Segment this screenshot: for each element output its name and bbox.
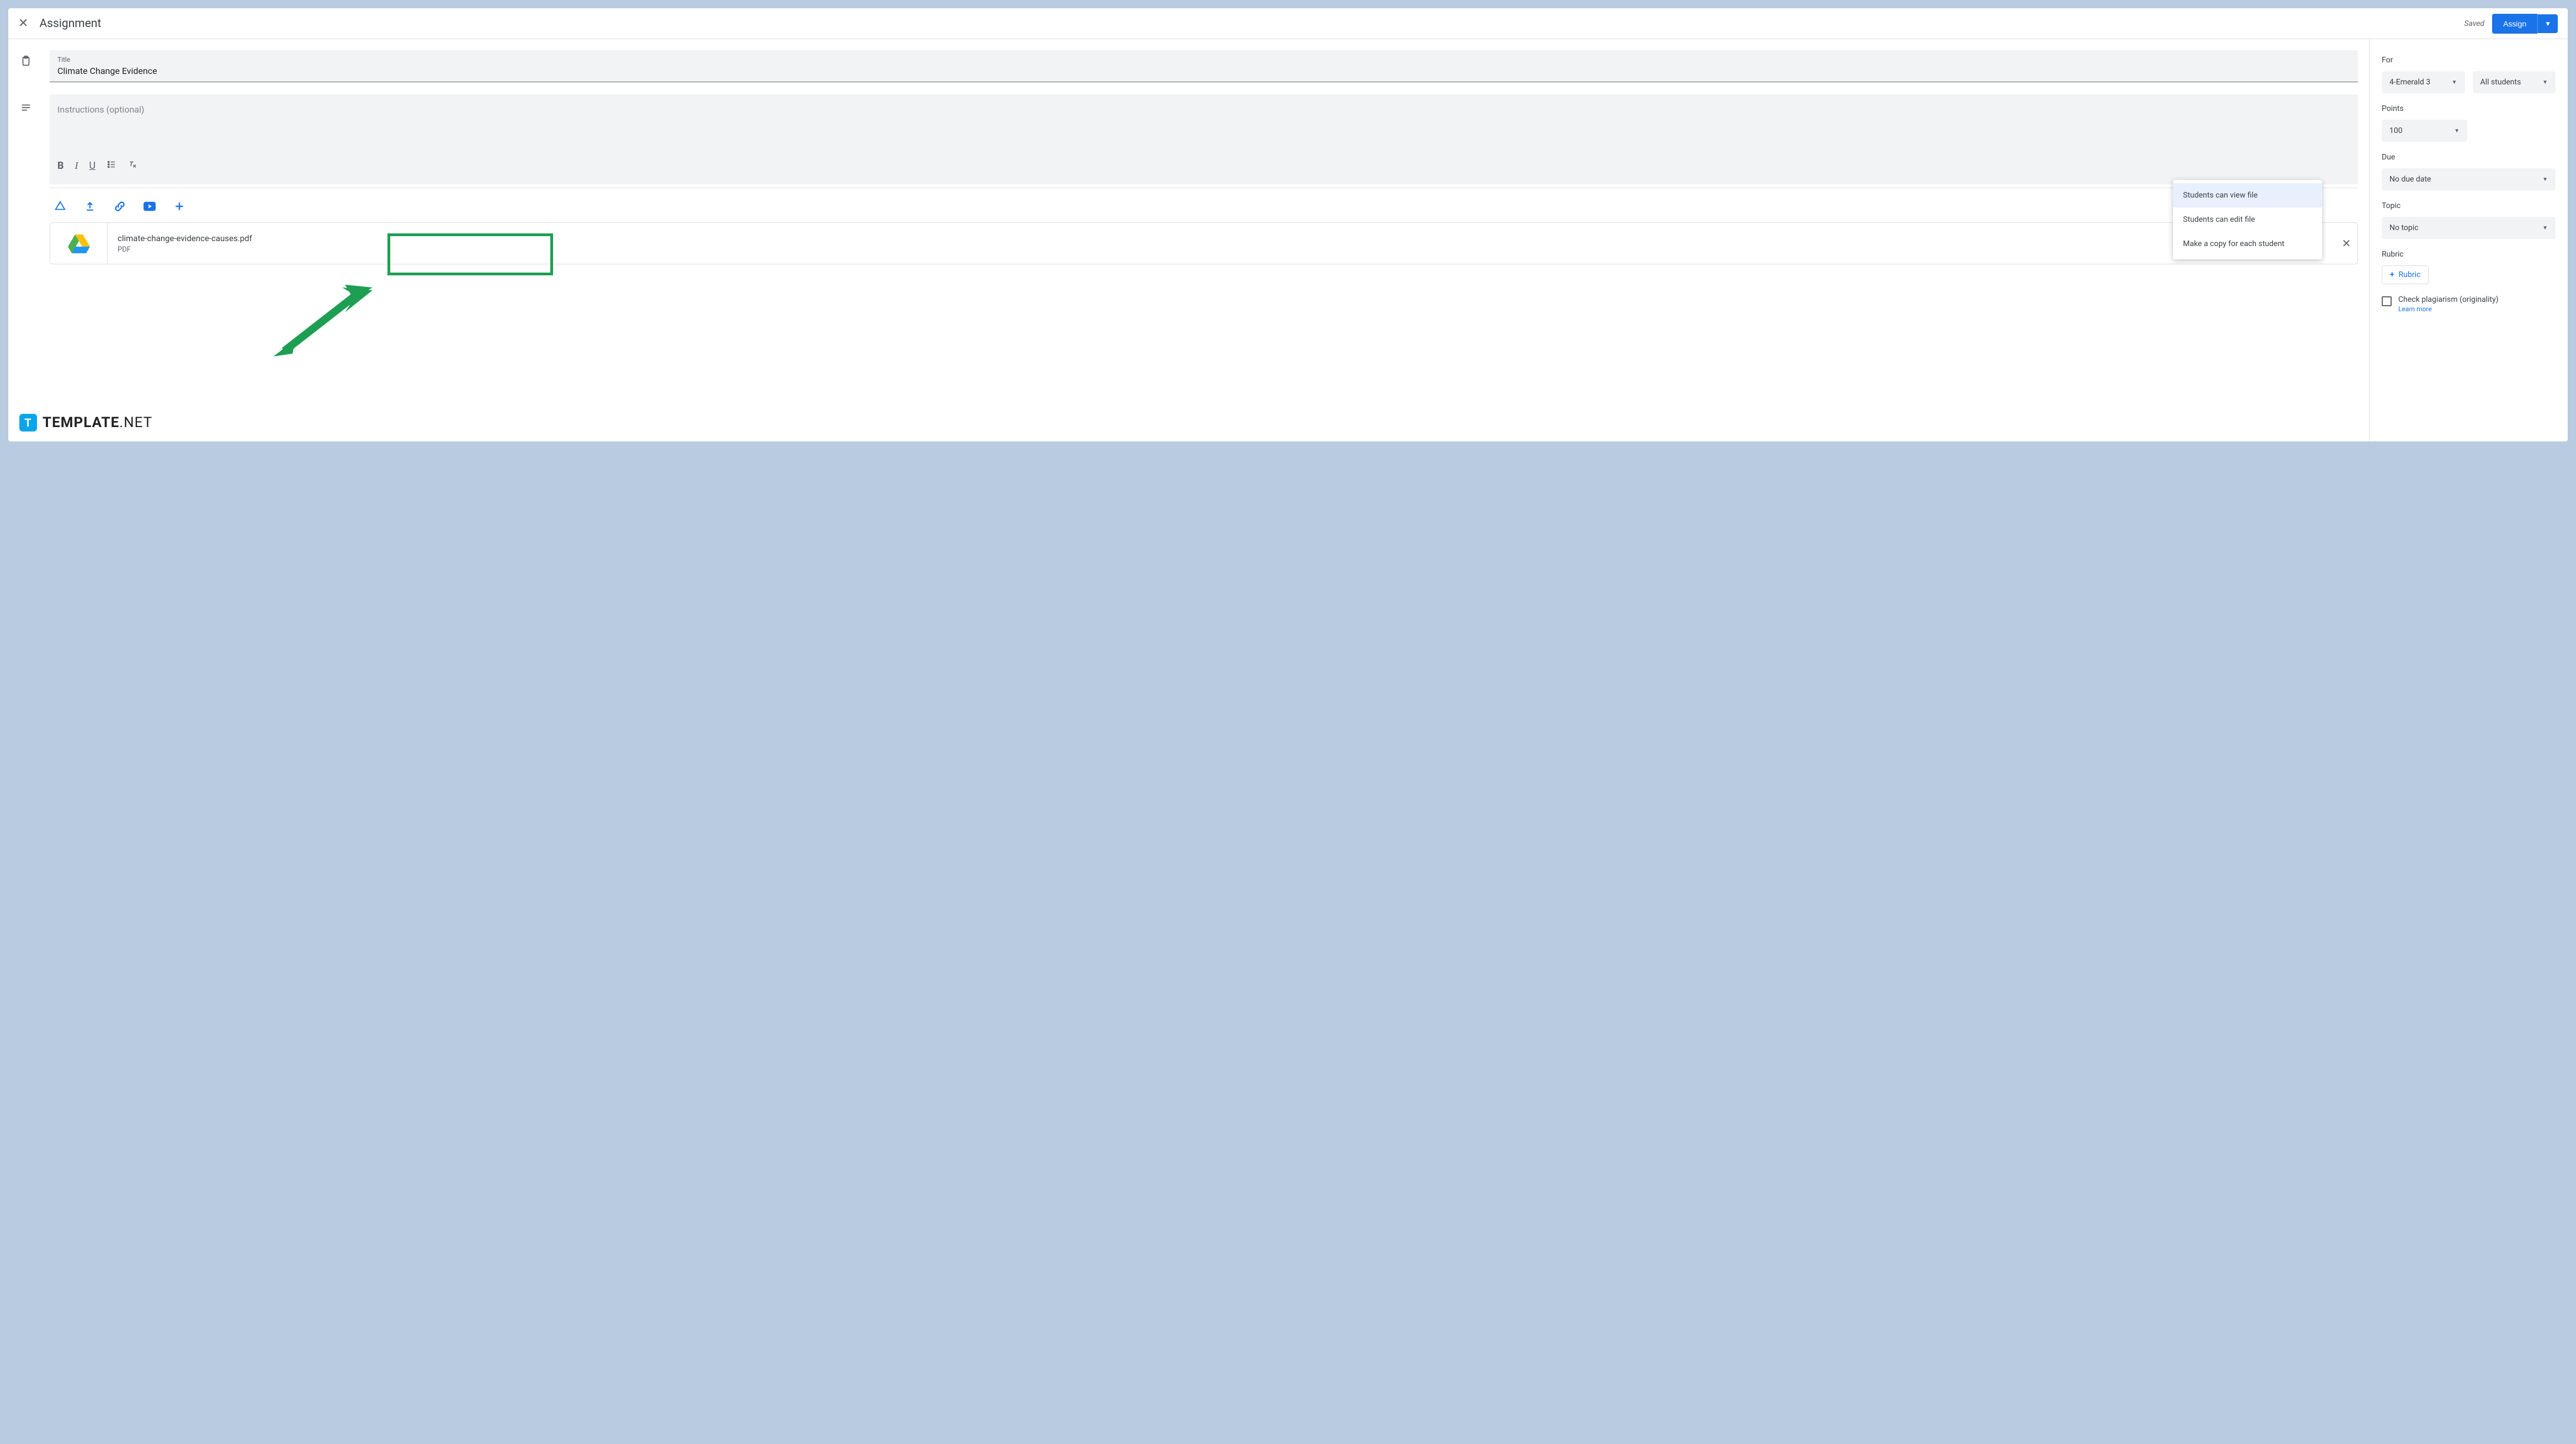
title-value: Climate Change Evidence xyxy=(57,66,2350,76)
plus-icon: + xyxy=(2390,270,2394,279)
permission-menu: Students can view file Students can edit… xyxy=(2173,180,2322,259)
watermark-icon: T xyxy=(19,414,37,431)
perm-edit-option[interactable]: Students can edit file xyxy=(2173,207,2322,232)
drive-file-icon xyxy=(50,223,108,264)
add-icon[interactable] xyxy=(173,200,185,212)
file-type: PDF xyxy=(118,246,2325,254)
plagiarism-label: Check plagiarism (originality) xyxy=(2398,295,2498,304)
upload-icon[interactable] xyxy=(84,200,96,212)
learn-more-link[interactable]: Learn more xyxy=(2398,305,2432,313)
title-field[interactable]: Title Climate Change Evidence xyxy=(50,50,2358,82)
clear-format-icon[interactable] xyxy=(128,159,137,172)
format-toolbar: B I U xyxy=(57,154,2350,180)
bold-icon[interactable]: B xyxy=(57,160,64,172)
due-dropdown[interactable]: No due date ▼ xyxy=(2382,168,2556,190)
assign-dropdown[interactable]: ▼ xyxy=(2537,14,2558,33)
left-icon-rail xyxy=(19,55,33,114)
class-dropdown[interactable]: 4-Emerald 3 ▼ xyxy=(2382,71,2465,93)
due-value: No due date xyxy=(2389,175,2431,184)
link-icon[interactable] xyxy=(114,200,126,212)
assign-button[interactable]: Assign xyxy=(2492,14,2537,34)
chevron-down-icon: ▼ xyxy=(2452,79,2457,86)
chevron-down-icon: ▼ xyxy=(2542,79,2548,86)
rubric-button-label: Rubric xyxy=(2399,270,2421,279)
title-label: Title xyxy=(57,56,2350,63)
students-value: All students xyxy=(2481,78,2521,87)
for-row: 4-Emerald 3 ▼ All students ▼ xyxy=(2382,71,2556,93)
remove-attachment-icon[interactable]: ✕ xyxy=(2335,237,2357,250)
perm-copy-option[interactable]: Make a copy for each student xyxy=(2173,232,2322,256)
points-label: Points xyxy=(2382,104,2556,113)
titlebar: ✕ Assignment Saved Assign ▼ xyxy=(8,8,2568,39)
topic-dropdown[interactable]: No topic ▼ xyxy=(2382,217,2556,239)
plagiarism-row: Check plagiarism (originality) Learn mor… xyxy=(2382,295,2556,313)
instructions-field[interactable]: Instructions (optional) B I U xyxy=(50,94,2358,184)
points-dropdown[interactable]: 100 ▼ xyxy=(2382,120,2467,142)
bullet-list-icon[interactable] xyxy=(107,159,116,172)
clipboard-icon xyxy=(19,55,33,68)
close-icon[interactable]: ✕ xyxy=(18,17,28,30)
body: Title Climate Change Evidence Instructio… xyxy=(8,39,2568,441)
sidebar: For 4-Emerald 3 ▼ All students ▼ Points … xyxy=(2369,39,2568,441)
attach-toolbar xyxy=(50,196,2358,222)
file-info[interactable]: climate-change-evidence-causes.pdf PDF xyxy=(108,233,2335,254)
page-title: Assignment xyxy=(39,17,2464,30)
perm-view-option[interactable]: Students can view file xyxy=(2173,183,2322,207)
for-label: For xyxy=(2382,56,2556,65)
plagiarism-checkbox[interactable] xyxy=(2382,296,2392,306)
italic-icon[interactable]: I xyxy=(75,160,78,172)
due-label: Due xyxy=(2382,153,2556,162)
text-lines-icon xyxy=(19,101,33,114)
watermark: T TEMPLATE.NET xyxy=(19,414,152,431)
rubric-label: Rubric xyxy=(2382,250,2556,259)
points-value: 100 xyxy=(2389,126,2403,135)
rubric-button[interactable]: + Rubric xyxy=(2382,265,2429,284)
drive-icon[interactable] xyxy=(54,200,66,212)
class-value: 4-Emerald 3 xyxy=(2389,78,2430,87)
instructions-placeholder: Instructions (optional) xyxy=(57,104,2350,154)
watermark-brand: TEMPLATE xyxy=(43,414,119,431)
assignment-window: ✕ Assignment Saved Assign ▼ Title Climat… xyxy=(8,8,2568,441)
youtube-icon[interactable] xyxy=(144,200,156,212)
attachment-card: climate-change-evidence-causes.pdf PDF ✕… xyxy=(50,222,2358,264)
chevron-down-icon: ▼ xyxy=(2542,225,2548,231)
saved-status: Saved xyxy=(2464,19,2484,28)
students-dropdown[interactable]: All students ▼ xyxy=(2473,71,2556,93)
topic-label: Topic xyxy=(2382,201,2556,210)
watermark-suffix: .NET xyxy=(119,414,152,431)
topic-value: No topic xyxy=(2389,223,2418,232)
main-panel: Title Climate Change Evidence Instructio… xyxy=(8,39,2369,441)
file-name: climate-change-evidence-causes.pdf xyxy=(118,233,2325,243)
underline-icon[interactable]: U xyxy=(89,160,96,172)
chevron-down-icon: ▼ xyxy=(2542,177,2548,183)
chevron-down-icon: ▼ xyxy=(2454,128,2460,134)
content-column: Title Climate Change Evidence Instructio… xyxy=(50,50,2358,264)
annotation-arrow-icon xyxy=(262,276,384,359)
